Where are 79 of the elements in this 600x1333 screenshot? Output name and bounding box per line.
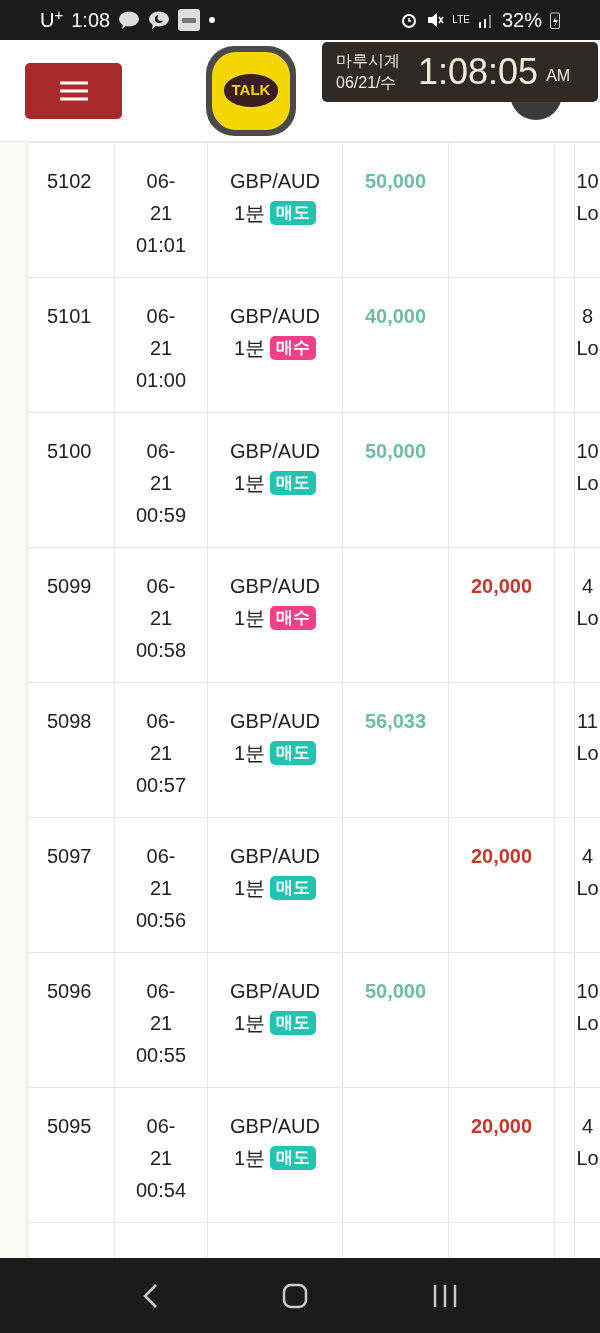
chat-app-logo[interactable]: TALK	[206, 45, 296, 136]
table-cell: 5096	[47, 980, 92, 1002]
loss-amount: 20,000	[470, 1114, 533, 1139]
table-cell-text: 4 Lo	[575, 844, 600, 901]
side-badge: 매도	[270, 876, 317, 900]
menu-icon	[58, 80, 89, 101]
mute-icon	[426, 11, 445, 29]
table-cell: 06- 21 00:58	[115, 548, 208, 682]
table-cell-text: GBP/AUD	[230, 574, 320, 599]
chat-bubble-icon	[118, 11, 141, 29]
table-cell-text: GBP/AUD	[230, 709, 320, 734]
table-cell-text: GBP/AUD	[230, 169, 320, 194]
side-badge: 매수	[270, 606, 317, 630]
table-cell-text: 4 Lo	[575, 1114, 600, 1171]
moon-bubble-icon	[148, 11, 171, 29]
side-badge: 매도	[270, 1011, 317, 1035]
home-button[interactable]	[282, 1282, 308, 1309]
table-cell: 5098	[47, 710, 92, 732]
loss-amount: 20,000	[470, 844, 533, 869]
table-cell: 06- 21 01:01	[115, 143, 208, 277]
widget-title: 마루시계	[336, 51, 400, 71]
table-cell-text: 10 Lo	[575, 169, 600, 226]
table-cell-text: 11 Lo	[575, 709, 600, 766]
widget-date: 06/21/수	[336, 73, 398, 93]
back-button[interactable]	[142, 1282, 158, 1309]
table-cell: 06- 21 01:00	[115, 278, 208, 412]
signal-icon	[477, 12, 494, 28]
side-badge: 매도	[270, 741, 317, 765]
table-cell: 5095	[47, 1115, 92, 1137]
table-cell-text: 1분	[233, 471, 266, 496]
table-cell-text: GBP/AUD	[230, 979, 320, 1004]
app-icon	[178, 9, 201, 31]
table-cell: 06- 21 00:55	[115, 953, 208, 1087]
side-badge: 매수	[270, 336, 317, 360]
profit-amount: 40,000	[364, 304, 427, 329]
table-cell-text: 1분	[233, 1146, 266, 1171]
table-cell-text: GBP/AUD	[230, 1114, 320, 1139]
table-cell-text: 10 Lo	[575, 979, 600, 1036]
table-cell-text: 1분	[233, 1011, 266, 1036]
table-cell-text: GBP/AUD	[230, 304, 320, 329]
table-cell-text: GBP/AUD	[230, 844, 320, 869]
profit-amount: 50,000	[364, 169, 427, 194]
dot-icon	[208, 16, 217, 24]
widget-ampm: AM	[546, 66, 571, 86]
menu-button[interactable]	[25, 62, 122, 119]
table-cell-text: 1분	[233, 741, 266, 766]
table-cell: 06- 21 00:57	[115, 683, 208, 817]
table-cell: 06- 21 00:56	[115, 818, 208, 952]
table-cell: 5102	[47, 170, 92, 192]
table-cell-text: GBP/AUD	[230, 439, 320, 464]
logo-text: TALK	[223, 74, 279, 107]
side-badge: 매도	[270, 1146, 317, 1170]
widget-time: 1:08:05	[418, 50, 539, 94]
table-cell: 5101	[47, 305, 92, 327]
profit-amount: 50,000	[364, 979, 427, 1004]
profit-amount: 56,033	[364, 709, 427, 734]
alarm-icon	[400, 11, 419, 29]
table-cell-text: 8 Lo	[575, 304, 600, 361]
table-cell-text: 1분	[233, 606, 266, 631]
side-badge: 매도	[270, 201, 317, 225]
table-cell-text: 4 Lo	[575, 574, 600, 631]
side-badge: 매도	[270, 471, 317, 495]
table-cell-text: 10 Lo	[575, 439, 600, 496]
battery-percent: 32%	[501, 8, 542, 33]
clock-time: 1:08	[71, 8, 111, 33]
carrier-label: U$^{+}$	[40, 5, 64, 33]
table-cell: 5099	[47, 575, 92, 597]
table-cell: 5097	[47, 845, 92, 867]
table-cell: 5100	[47, 440, 92, 462]
table-cell-text: 1분	[233, 201, 266, 226]
table-cell: 06- 21 00:59	[115, 413, 208, 547]
recent-apps-button[interactable]	[432, 1282, 458, 1309]
table-cell-text: 1분	[233, 876, 266, 901]
profit-amount: 50,000	[364, 439, 427, 464]
table-cell: 06- 21 00:54	[115, 1088, 208, 1222]
battery-charging-icon	[550, 11, 560, 29]
loss-amount: 20,000	[470, 574, 533, 599]
network-label: LTE	[452, 15, 470, 25]
table-cell-text: 1분	[233, 336, 266, 361]
